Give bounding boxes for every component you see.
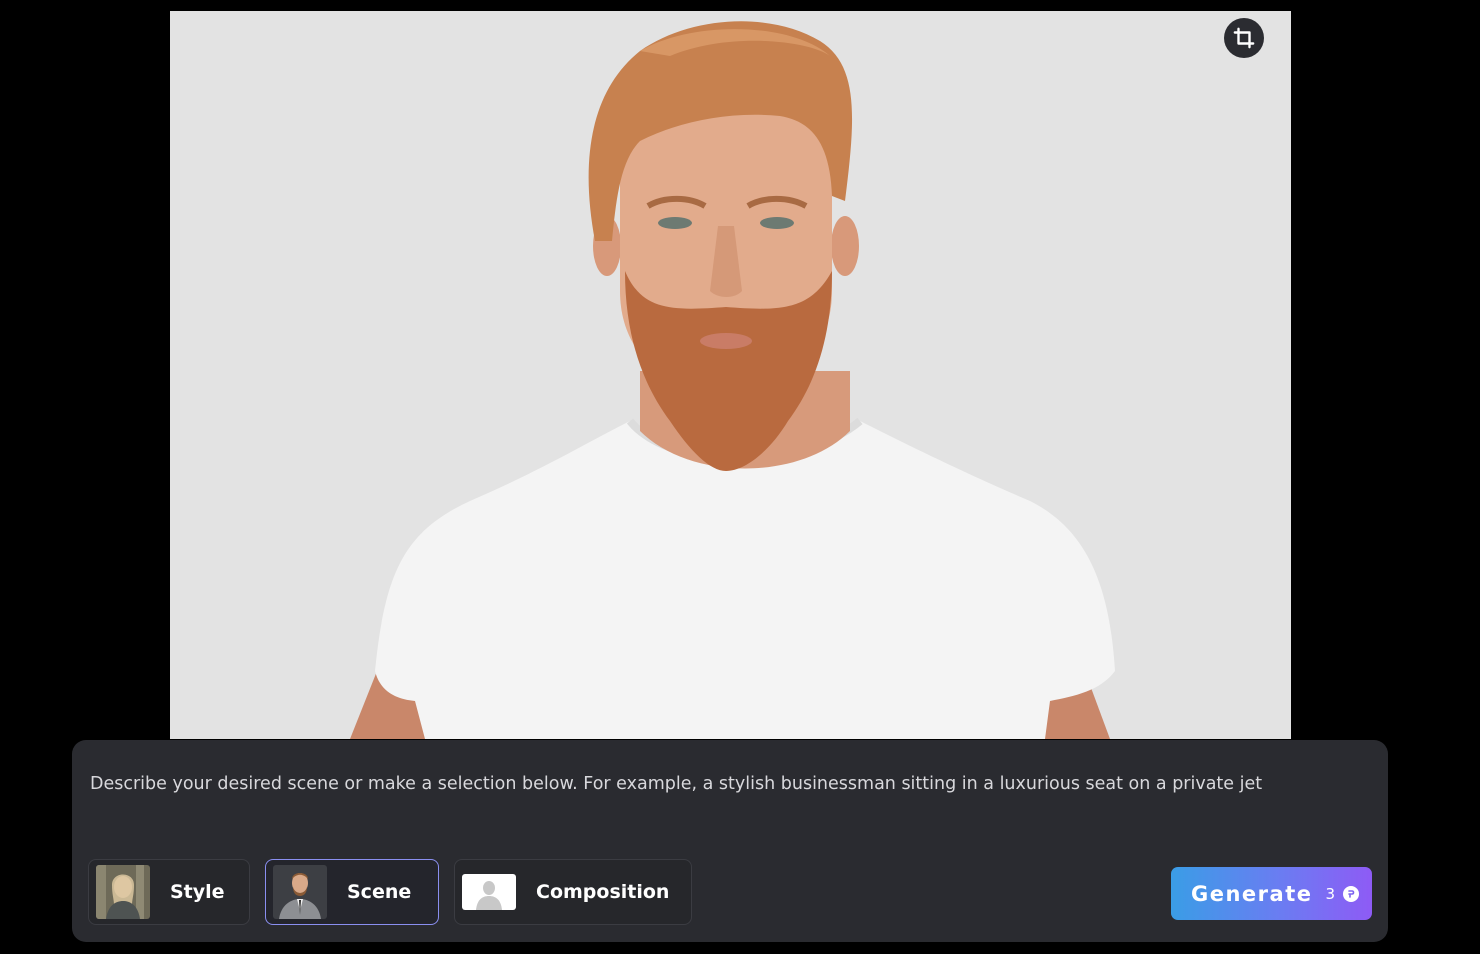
crop-button[interactable] (1224, 18, 1264, 58)
prompt-panel: Style Scene Composition Gener (72, 740, 1388, 942)
composition-option-label: Composition (536, 881, 670, 903)
style-thumbnail (96, 865, 150, 919)
scene-option-label: Scene (347, 881, 412, 903)
generate-button[interactable]: Generate 3 (1171, 867, 1372, 920)
portrait-image (170, 11, 1291, 739)
style-option-label: Style (170, 881, 225, 903)
crop-icon (1233, 27, 1255, 49)
scene-prompt-input[interactable] (90, 770, 1370, 860)
composition-thumbnail (462, 874, 516, 910)
image-canvas (170, 11, 1291, 739)
generate-label: Generate (1191, 881, 1313, 906)
scene-option-button[interactable]: Scene (265, 859, 439, 925)
credit-coin-icon (1343, 885, 1360, 902)
composition-option-button[interactable]: Composition (454, 859, 692, 925)
style-option-button[interactable]: Style (88, 859, 250, 925)
scene-thumbnail (273, 865, 327, 919)
generate-cost: 3 (1325, 884, 1336, 903)
